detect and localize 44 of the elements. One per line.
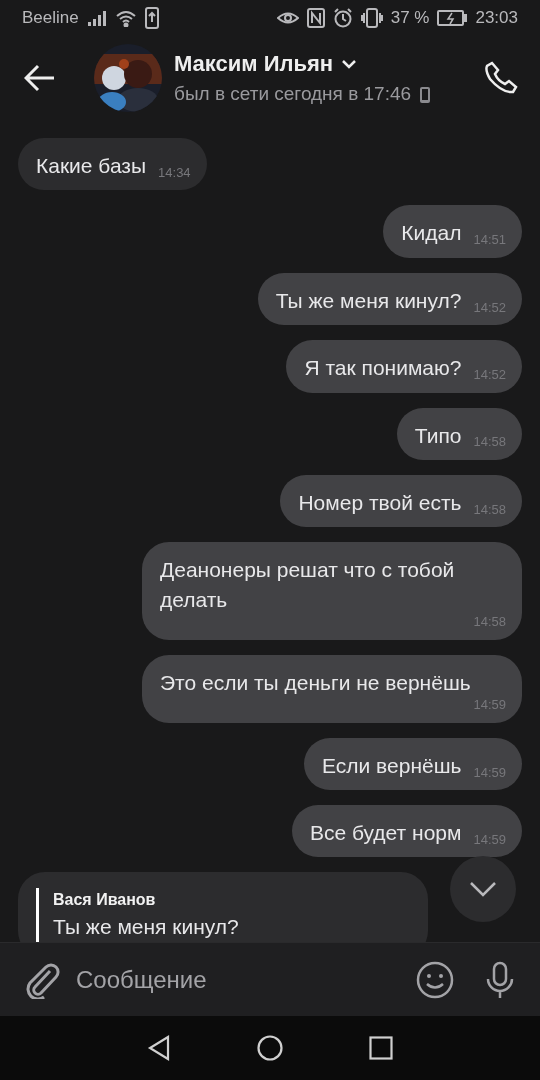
circle-home-icon [257,1035,283,1061]
smiley-icon [416,960,454,999]
contact-name[interactable]: Максим Ильян [174,47,334,81]
chevron-down-icon[interactable] [341,58,358,69]
voice-button[interactable] [484,960,516,999]
square-recents-icon [369,1036,393,1060]
battery-percent: 37 % [390,7,430,30]
home-button[interactable] [257,1035,283,1061]
message-text: Если вернёшь [322,752,462,779]
triangle-back-icon [147,1035,171,1061]
message-text: Все будет норм [309,820,462,847]
message-composer[interactable]: Сообщение [0,942,540,1016]
nav-back-button[interactable] [147,1035,171,1061]
microphone-icon [484,960,516,999]
message-text: Ты же меня кинул? [275,287,462,314]
quote-text: Ты же меня кинул? [53,914,240,941]
message-text: Типо [414,422,462,449]
phone-upload-icon [144,7,159,29]
clock-time: 23:03 [475,7,518,30]
last-seen-status: был в сети сегодня в 17:46 [174,82,412,107]
vibrate-icon [360,8,383,28]
carrier-name: Beeline [22,7,79,30]
message-text: Это если ты деньги не вернёшь [160,669,471,696]
wifi-icon [114,9,137,27]
message-time: 14:34 [157,164,191,181]
recent-apps-button[interactable] [369,1036,393,1060]
chevron-down-icon [469,881,497,897]
message-text: Деанонеры решат что с тобой делать [160,557,456,613]
back-icon [24,64,56,92]
phone-icon [484,61,518,95]
message-text: Кидал [401,220,462,247]
message-text: Какие базы [36,153,147,179]
message-text: Я так понимаю? [304,355,462,382]
back-button[interactable] [24,64,56,92]
battery-charging-icon [437,10,468,26]
nfc-icon [306,8,325,28]
emoji-button[interactable] [416,960,454,999]
alarm-icon [332,8,353,28]
call-button[interactable] [484,61,518,95]
signal-icon [86,9,107,27]
quote-author: Вася Иванов [53,890,157,911]
message-input[interactable]: Сообщение [74,960,402,999]
mobile-icon [419,85,432,104]
message-text: Номер твой есть [298,489,462,516]
